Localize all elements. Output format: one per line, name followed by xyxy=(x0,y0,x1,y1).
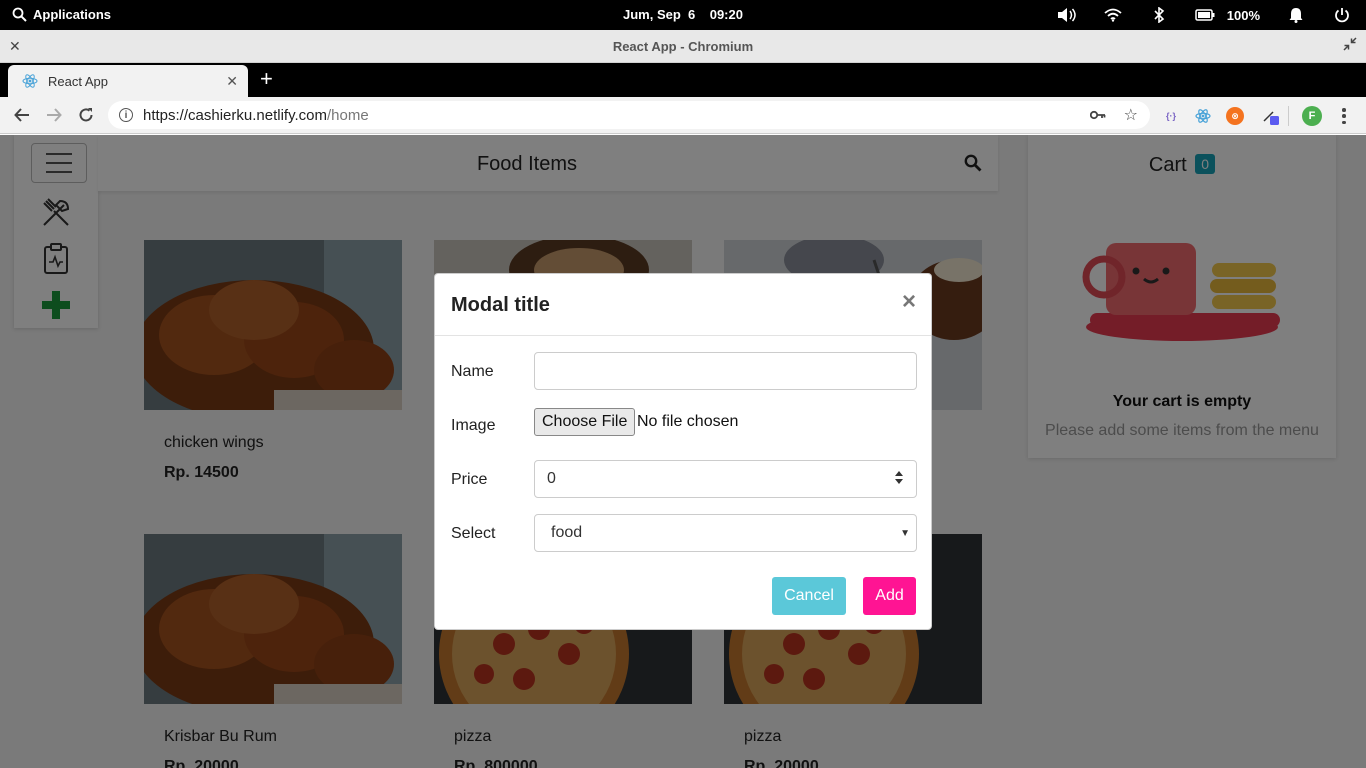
tab-close-icon[interactable]: ✕ xyxy=(226,73,238,90)
profile-avatar[interactable]: F xyxy=(1302,106,1322,126)
forward-arrow-icon[interactable] xyxy=(44,105,64,125)
key-icon[interactable] xyxy=(1089,107,1106,124)
tab-strip: React App ✕ + xyxy=(0,63,1366,97)
window-titlebar: ✕ React App - Chromium xyxy=(0,30,1366,63)
add-button[interactable]: Add xyxy=(863,577,916,615)
cancel-button[interactable]: Cancel xyxy=(772,577,846,615)
bluetooth-icon[interactable] xyxy=(1149,5,1169,25)
image-label: Image xyxy=(451,417,496,434)
tab-react-app[interactable]: React App ✕ xyxy=(8,65,248,97)
wifi-icon[interactable] xyxy=(1103,5,1123,25)
name-input[interactable] xyxy=(534,352,917,390)
clock-button[interactable]: Jum, Sep 6 09:20 xyxy=(623,7,743,22)
price-value: 0 xyxy=(547,470,556,487)
file-status-text: No file chosen xyxy=(637,413,739,430)
url-path: /home xyxy=(326,106,369,124)
battery-icon[interactable] xyxy=(1195,5,1215,25)
system-top-bar: Applications Jum, Sep 6 09:20 100% xyxy=(0,0,1366,30)
number-spinner-icon[interactable] xyxy=(895,471,903,484)
volume-icon[interactable] xyxy=(1057,5,1077,25)
name-label: Name xyxy=(451,363,494,380)
add-item-modal: Modal title × Name Image Choose File No … xyxy=(434,273,932,630)
notification-bell-icon[interactable] xyxy=(1286,5,1306,25)
tab-title: React App xyxy=(48,73,108,89)
modal-header: Modal title × xyxy=(435,274,931,336)
applications-label: Applications xyxy=(33,7,112,22)
back-arrow-icon[interactable] xyxy=(12,105,32,125)
window-restore-icon[interactable] xyxy=(1343,37,1357,56)
choose-file-button[interactable]: Choose File xyxy=(534,408,636,436)
applications-menu[interactable]: Applications xyxy=(12,7,111,22)
bookmark-star-icon[interactable]: ☆ xyxy=(1124,105,1138,125)
url-host: https://cashierku.netlify.com xyxy=(143,106,327,124)
color-picker-extension-icon[interactable] xyxy=(1262,107,1280,125)
react-favicon-icon xyxy=(22,74,38,88)
chevron-down-icon: ▼ xyxy=(900,528,910,539)
battery-percent: 100% xyxy=(1226,7,1260,23)
power-icon[interactable] xyxy=(1332,5,1352,25)
price-input[interactable]: 0 xyxy=(534,460,917,498)
address-bar[interactable]: i https://cashierku.netlify.com/home ☆ xyxy=(108,101,1150,129)
reload-icon[interactable] xyxy=(76,105,96,125)
modal-title: Modal title xyxy=(451,294,550,316)
extension-braces-icon[interactable]: {·} xyxy=(1162,107,1180,125)
select-label: Select xyxy=(451,525,496,542)
modal-close-icon[interactable]: × xyxy=(902,290,916,314)
search-icon xyxy=(12,7,27,22)
orange-extension-icon[interactable]: ⊗ xyxy=(1226,107,1244,125)
site-info-icon[interactable]: i xyxy=(119,108,133,122)
category-select[interactable]: food ▼ xyxy=(534,514,917,552)
price-label: Price xyxy=(451,471,488,488)
browser-menu-icon[interactable] xyxy=(1339,106,1349,126)
select-value: food xyxy=(551,524,583,541)
browser-toolbar: i https://cashierku.netlify.com/home ☆ {… xyxy=(0,97,1366,134)
system-tray[interactable]: 100% xyxy=(1031,5,1352,25)
clock-time: 09:20 xyxy=(709,7,743,22)
toolbar-separator xyxy=(1288,106,1289,126)
window-title: React App - Chromium xyxy=(612,39,754,54)
url-text[interactable]: https://cashierku.netlify.com/home xyxy=(143,107,369,124)
react-devtools-icon[interactable] xyxy=(1194,107,1212,125)
new-tab-icon[interactable]: + xyxy=(260,68,273,90)
clock-date: Jum, Sep 6 xyxy=(623,7,696,22)
